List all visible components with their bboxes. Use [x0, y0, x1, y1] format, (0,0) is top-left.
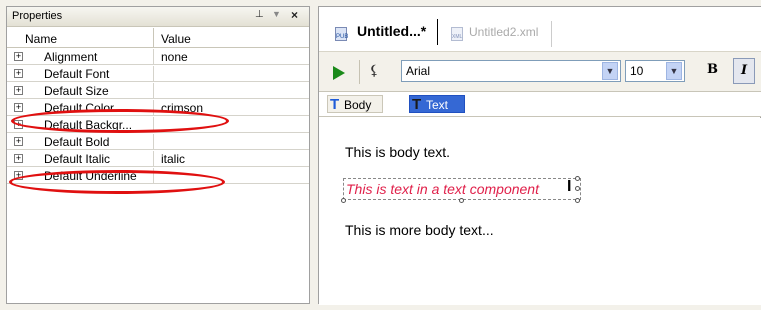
- properties-title: Properties: [12, 10, 63, 22]
- xml-file-icon: XML: [451, 27, 463, 41]
- property-name: Default Bold: [44, 135, 110, 149]
- highlight-oval-italic: [9, 170, 225, 194]
- resize-handle[interactable]: [341, 198, 346, 203]
- tab-label: Untitled...*: [357, 23, 427, 39]
- property-row-default-bold[interactable]: + Default Bold: [7, 134, 309, 150]
- row-divider: [153, 66, 154, 82]
- property-name: Default Italic: [44, 152, 111, 166]
- play-icon[interactable]: [333, 66, 345, 80]
- toolbar-separator: [359, 60, 360, 84]
- breadcrumb-label: Text: [426, 98, 449, 112]
- column-value-header[interactable]: Value: [161, 32, 191, 46]
- italic-button[interactable]: I: [733, 58, 755, 84]
- document-canvas[interactable]: This is body text. This is text in a tex…: [319, 118, 761, 305]
- property-row-default-italic[interactable]: + Default Italic italic: [7, 151, 309, 167]
- expand-icon[interactable]: +: [14, 103, 23, 112]
- close-icon[interactable]: ×: [291, 8, 298, 22]
- font-size-value: 10: [630, 64, 644, 78]
- chevron-down-icon[interactable]: ▼: [666, 62, 682, 80]
- bold-button[interactable]: B: [707, 62, 718, 77]
- text-tag-icon: T: [412, 96, 422, 113]
- expand-icon[interactable]: +: [14, 86, 23, 95]
- document-tabs: PUB Untitled...* XML Untitled2.xml: [319, 7, 761, 51]
- text-cursor-icon: I: [567, 178, 572, 195]
- tab-divider: [551, 21, 552, 47]
- row-divider: [153, 83, 154, 99]
- tab-label: Untitled2.xml: [469, 25, 539, 39]
- highlight-oval-color: [11, 109, 229, 133]
- font-select-value: Arial: [406, 64, 431, 78]
- column-name-header[interactable]: Name: [25, 32, 57, 46]
- tab-untitled2[interactable]: XML Untitled2.xml: [447, 13, 567, 49]
- expand-icon[interactable]: +: [14, 52, 23, 61]
- tab-untitled[interactable]: PUB Untitled...*: [319, 13, 439, 49]
- breadcrumb-text[interactable]: T Text: [409, 95, 465, 113]
- row-divider: [153, 134, 154, 150]
- property-row-default-size[interactable]: + Default Size: [7, 83, 309, 99]
- editor-panel: PUB Untitled...* XML Untitled2.xml ⚸ Ari…: [318, 6, 761, 305]
- font-size-select[interactable]: 10 ▼: [625, 60, 685, 82]
- text-component-content[interactable]: This is text in a text component: [346, 181, 539, 197]
- properties-header: Properties ⊥ ▼ ×: [7, 7, 309, 27]
- dropdown-icon[interactable]: ▼: [272, 9, 281, 19]
- resize-handle[interactable]: [575, 186, 580, 191]
- property-name: Default Size: [44, 84, 109, 98]
- body-text-paragraph[interactable]: This is body text.: [345, 144, 450, 160]
- column-divider[interactable]: [153, 28, 154, 48]
- expand-icon[interactable]: +: [14, 69, 23, 78]
- editor-toolbar: ⚸ Arial ▼ 10 ▼ B I: [319, 51, 761, 91]
- column-header: Name Value: [7, 28, 309, 48]
- row-divider: [153, 49, 154, 65]
- property-value[interactable]: italic: [161, 152, 185, 166]
- row-divider: [153, 151, 154, 167]
- property-name: Alignment: [44, 50, 98, 64]
- resize-handle[interactable]: [459, 198, 464, 203]
- property-value[interactable]: none: [161, 50, 188, 64]
- property-name: Default Font: [44, 67, 110, 81]
- transform-tool-icon[interactable]: ⚸: [369, 62, 379, 79]
- resize-handle[interactable]: [575, 176, 580, 181]
- property-row-default-font[interactable]: + Default Font: [7, 66, 309, 82]
- properties-panel: Properties ⊥ ▼ × Name Value + Alignment …: [6, 6, 310, 304]
- tab-divider: [437, 19, 438, 45]
- breadcrumb-label: Body: [344, 98, 372, 112]
- resize-handle[interactable]: [575, 198, 580, 203]
- breadcrumb-body[interactable]: T Body: [327, 95, 383, 113]
- expand-icon[interactable]: +: [14, 137, 23, 146]
- text-tag-icon: T: [330, 96, 340, 113]
- breadcrumb: T Body T Text: [319, 91, 761, 117]
- text-component[interactable]: This is text in a text component: [343, 178, 581, 200]
- pin-icon[interactable]: ⊥: [255, 9, 264, 20]
- chevron-down-icon[interactable]: ▼: [602, 62, 618, 80]
- body-text-paragraph[interactable]: This is more body text...: [345, 222, 494, 238]
- document-icon: PUB: [335, 27, 348, 41]
- property-row-alignment[interactable]: + Alignment none: [7, 49, 309, 65]
- expand-icon[interactable]: +: [14, 154, 23, 163]
- font-select[interactable]: Arial ▼: [401, 60, 621, 82]
